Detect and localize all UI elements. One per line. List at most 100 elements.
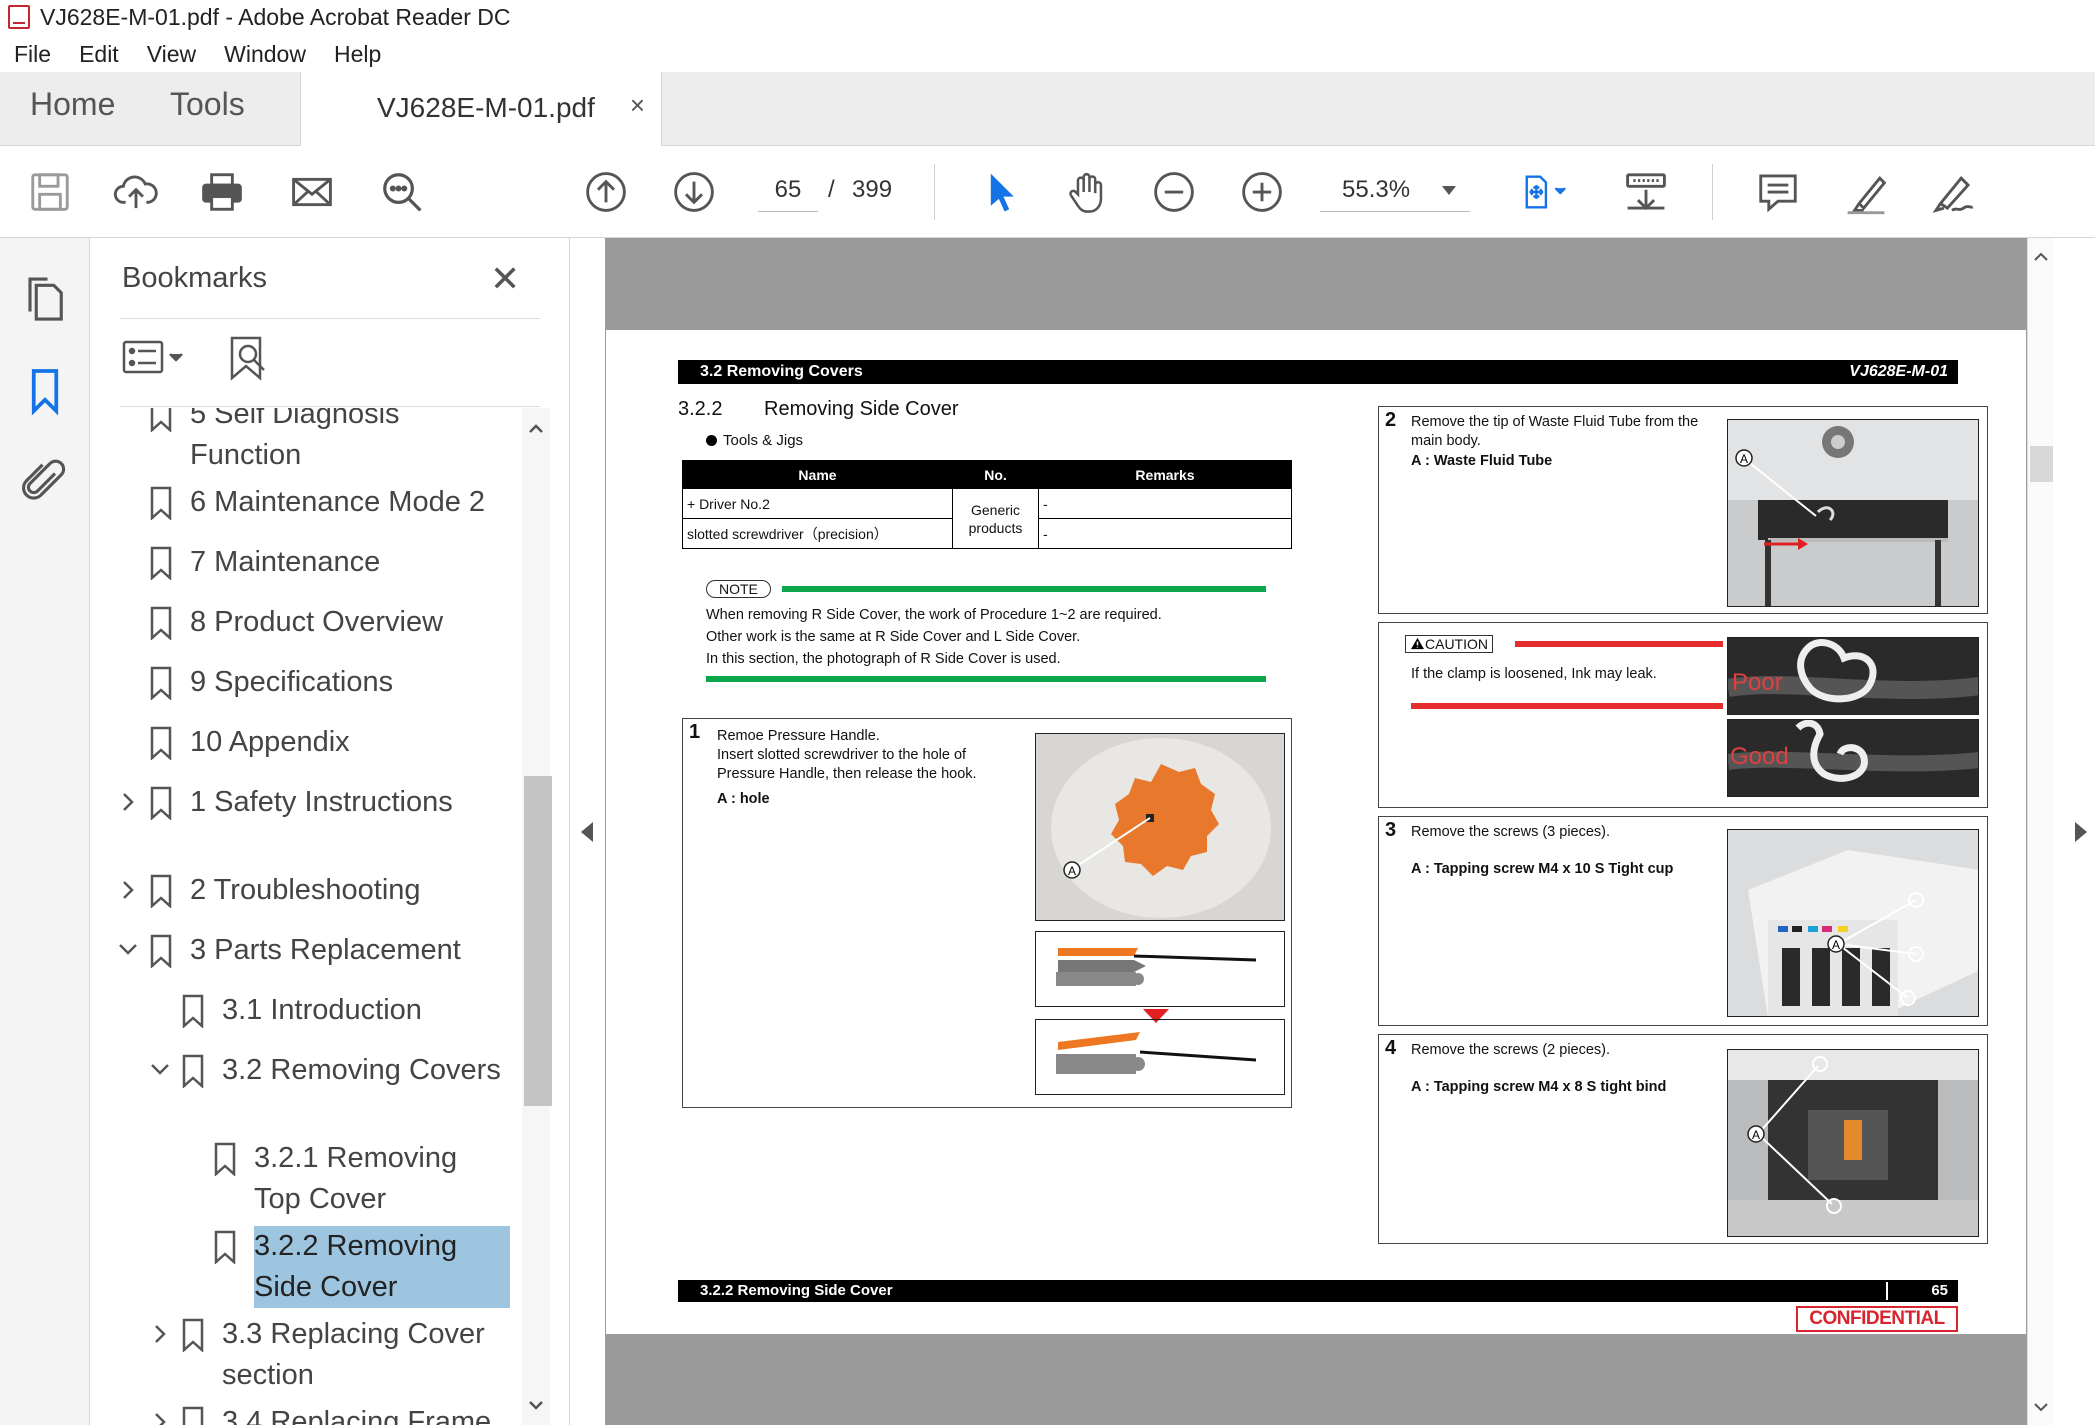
chevron-down-icon[interactable] [150, 1052, 170, 1088]
close-icon[interactable]: ✕ [490, 258, 520, 300]
page-down-icon[interactable] [668, 166, 720, 218]
zoom-out-icon[interactable] [1148, 166, 1200, 218]
tab-close-icon[interactable]: × [630, 90, 645, 121]
select-arrow-icon[interactable] [974, 166, 1026, 218]
scroll-down-icon[interactable] [526, 1396, 546, 1416]
bookmark-icon [214, 1230, 236, 1265]
bookmark-label: 9 Specifications [190, 666, 394, 698]
table-row: + Driver No.2 Generic products - [682, 488, 1292, 549]
save-icon[interactable] [24, 166, 76, 218]
bookmark-item[interactable]: 10 Appendix [90, 722, 520, 763]
bookmark-icon [182, 1318, 204, 1353]
zoom-level-select[interactable]: 55.3% [1320, 168, 1470, 212]
step-part-label: A : Tapping screw M4 x 8 S tight bind [1411, 1079, 1667, 1095]
bookmark-options-icon[interactable] [120, 334, 190, 384]
page-number-input[interactable]: 65 [758, 168, 818, 212]
bookmark-label: 3.3 Replacing Cover section [222, 1318, 485, 1391]
menu-help[interactable]: Help [320, 41, 395, 68]
menu-window[interactable]: Window [210, 41, 320, 68]
page-footer-section: 3.2.2 Removing Side Cover [700, 1282, 893, 1299]
caution-text: If the clamp is loosened, Ink may leak. [1411, 666, 1657, 682]
bookmark-item[interactable]: 2 Troubleshooting [90, 870, 520, 911]
bookmark-item[interactable]: 3.1 Introduction [90, 990, 520, 1031]
scrollbar-thumb[interactable] [524, 776, 552, 1106]
note-text: When removing R Side Cover, the work of … [706, 607, 1162, 667]
attachments-paperclip-icon[interactable] [20, 456, 70, 506]
note-badge: NOTE [706, 580, 771, 598]
page-footer-bar: 3.2.2 Removing Side Cover 65 [678, 1280, 1958, 1302]
hook-diagram-before [1035, 931, 1285, 1007]
scroll-mode-icon[interactable] [1620, 166, 1672, 218]
chevron-down-icon[interactable] [118, 932, 138, 968]
toolbar: 65 / 399 55.3% [0, 146, 2095, 238]
chevron-right-icon[interactable] [150, 1404, 170, 1425]
table-cell: - [1038, 488, 1292, 519]
bookmarks-panel-icon[interactable] [20, 366, 70, 416]
bookmark-item[interactable]: 3.2.2 Removing Side Cover [90, 1226, 520, 1308]
hand-icon[interactable] [1060, 166, 1112, 218]
bookmark-item[interactable]: 5 Self Diagnosis Function [90, 408, 520, 476]
step-number: 2 [1385, 409, 1397, 431]
caution-rule [1515, 641, 1723, 647]
chevron-right-icon[interactable] [118, 872, 138, 908]
chevron-right-icon[interactable] [118, 784, 138, 820]
bookmark-icon [182, 1406, 204, 1425]
menu-file[interactable]: File [0, 41, 65, 68]
bookmark-icon [150, 666, 172, 701]
bookmark-item[interactable]: 3.4 Replacing Frame section [90, 1402, 520, 1425]
document-viewport[interactable]: 3.2 Removing Covers VJ628E-M-01 3.2.2 Rem… [571, 238, 2095, 1425]
page-up-icon[interactable] [580, 166, 632, 218]
bookmark-item[interactable]: 8 Product Overview [90, 602, 520, 643]
pressure-handle-photo: A [1035, 733, 1285, 921]
search-icon[interactable] [376, 166, 428, 218]
table-header: No. [952, 460, 1039, 489]
tab-tools[interactable]: Tools [170, 86, 245, 123]
scroll-down-icon[interactable] [2031, 1398, 2051, 1418]
bookmark-item[interactable]: 6 Maintenance Mode 2 [90, 482, 520, 523]
bookmark-label: 3.2.2 Removing Side Cover [254, 1226, 510, 1308]
table-header: Remarks [1038, 460, 1292, 489]
bookmark-item[interactable]: 7 Maintenance [90, 542, 520, 583]
title-bar: VJ628E-M-01.pdf - Adobe Acrobat Reader D… [0, 0, 2095, 34]
email-icon[interactable] [286, 166, 338, 218]
bookmark-item[interactable]: 3.2.1 Removing Top Cover [90, 1138, 520, 1220]
scroll-up-icon[interactable] [526, 418, 546, 438]
procedure-step-3: 3 Remove the screws (3 pieces). A : Tapp… [1378, 816, 1988, 1026]
highlight-icon[interactable] [1840, 166, 1892, 218]
previous-page-arrow-icon[interactable] [581, 822, 593, 842]
bookmark-item[interactable]: 9 Specifications [90, 662, 520, 703]
chevron-right-icon[interactable] [150, 1316, 170, 1352]
fit-page-icon[interactable] [1512, 166, 1576, 218]
bookmark-label: 3.2 Removing Covers [222, 1054, 501, 1086]
bookmark-item[interactable]: 3.2 Removing Covers [90, 1050, 520, 1132]
menu-edit[interactable]: Edit [65, 41, 133, 68]
tab-document[interactable]: VJ628E-M-01.pdf × [300, 72, 662, 146]
scroll-up-icon[interactable] [2031, 246, 2051, 266]
table-header: Name [682, 460, 953, 489]
waste-fluid-tube-photo: A [1727, 419, 1979, 607]
bookmark-item[interactable]: 3.3 Replacing Cover section [90, 1314, 520, 1396]
toolbar-divider [1712, 164, 1713, 220]
pages-thumbnail-icon[interactable] [20, 274, 70, 324]
tab-home[interactable]: Home [30, 86, 115, 123]
zoom-level-value: 55.3% [1342, 176, 1411, 203]
find-bookmark-icon[interactable] [224, 334, 274, 384]
menu-view[interactable]: View [133, 41, 210, 68]
svg-text:A: A [1752, 1128, 1760, 1142]
sign-icon[interactable] [1926, 166, 1978, 218]
comment-icon[interactable] [1752, 166, 1804, 218]
step-text: Remove the screws (3 pieces). [1411, 824, 1611, 840]
upload-icon[interactable] [110, 166, 162, 218]
bookmark-label: 3.4 Replacing Frame section [222, 1406, 492, 1425]
bullet-icon [706, 435, 717, 446]
zoom-in-icon[interactable] [1236, 166, 1288, 218]
bookmark-label: 2 Troubleshooting [190, 874, 421, 906]
bookmark-item[interactable]: 3 Parts Replacement [90, 930, 520, 971]
hook-diagram-after [1035, 1019, 1285, 1095]
bookmark-icon [150, 726, 172, 761]
document-scrollbar[interactable] [2027, 238, 2058, 1425]
print-icon[interactable] [196, 166, 248, 218]
bookmark-scrollbar[interactable] [522, 408, 552, 1425]
bookmark-item[interactable]: 1 Safety Instructions [90, 782, 520, 864]
next-page-arrow-icon[interactable] [2075, 822, 2087, 842]
